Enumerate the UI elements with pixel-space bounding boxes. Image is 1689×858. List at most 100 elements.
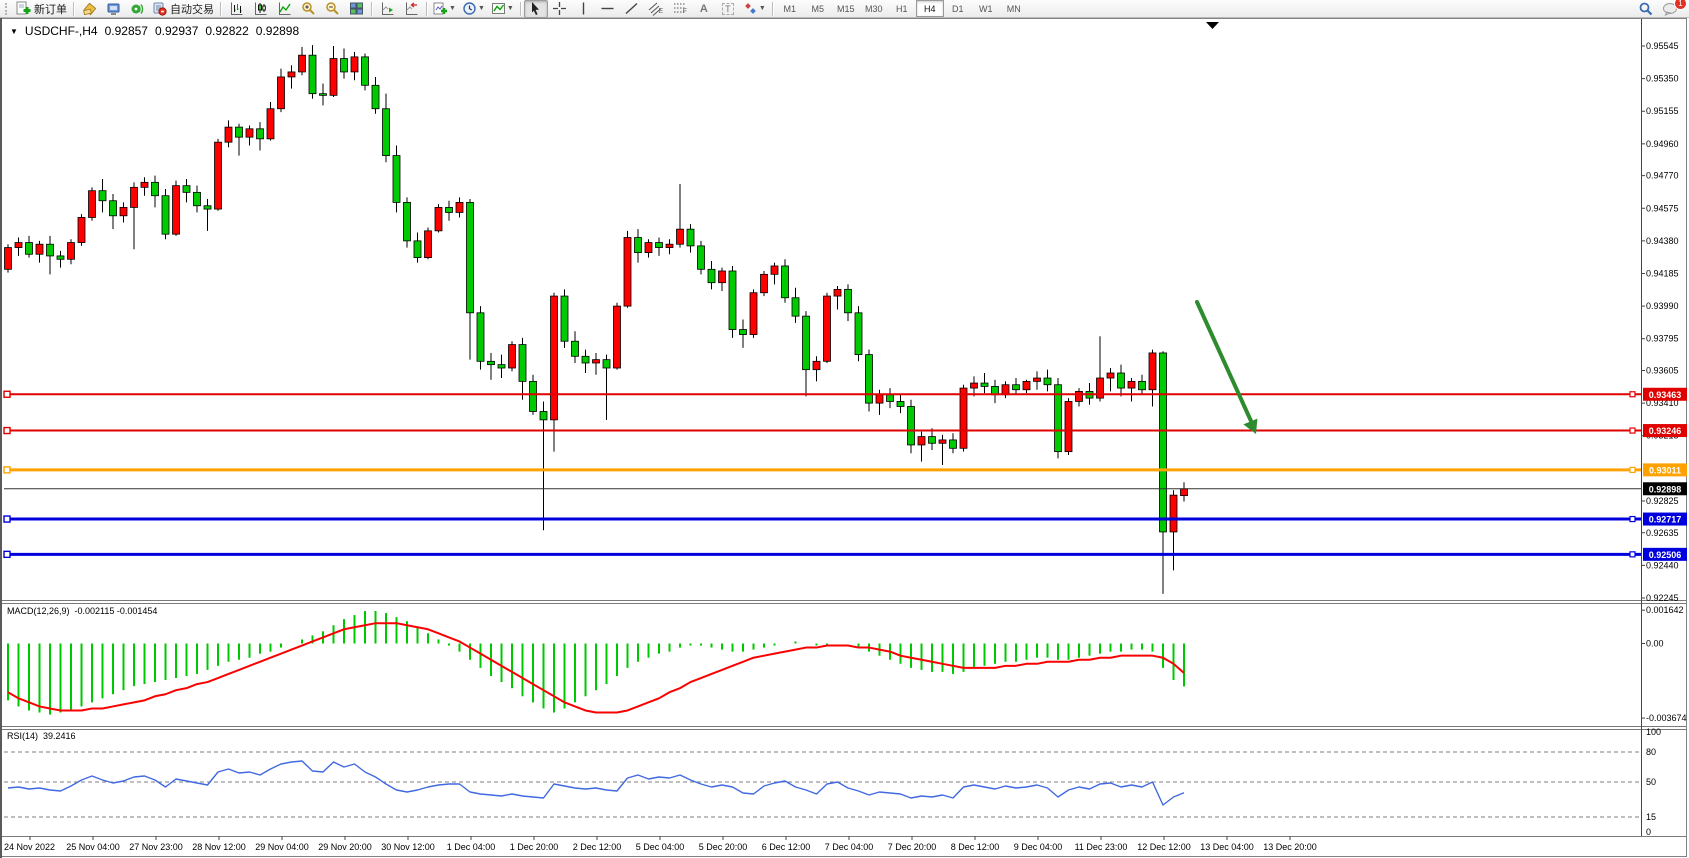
candlestick-chart-button[interactable] bbox=[248, 0, 272, 18]
timeframe-h4[interactable]: H4 bbox=[916, 0, 944, 17]
chart-shift-button[interactable] bbox=[399, 0, 423, 18]
indicators-button[interactable]: ▼ bbox=[488, 0, 517, 18]
clock-icon bbox=[462, 1, 477, 16]
chevron-down-icon: ▼ bbox=[478, 5, 485, 12]
vertical-line-icon bbox=[576, 1, 591, 16]
cursor-tool-button[interactable] bbox=[524, 0, 548, 18]
separator bbox=[73, 2, 74, 16]
svg-text:24 Nov 2022: 24 Nov 2022 bbox=[4, 842, 55, 852]
signals-button[interactable] bbox=[125, 0, 149, 18]
auto-scroll-button[interactable] bbox=[375, 0, 399, 18]
tile-windows-icon bbox=[349, 1, 364, 16]
chart-canvas[interactable]: 0.955450.953500.951550.949600.947700.945… bbox=[0, 18, 1689, 858]
svg-text:28 Nov 12:00: 28 Nov 12:00 bbox=[192, 842, 246, 852]
trendline-icon bbox=[624, 1, 639, 16]
rsi-value: 39.2416 bbox=[43, 731, 76, 741]
new-order-button[interactable]: 新订单 bbox=[13, 0, 70, 18]
chart-shift-icon bbox=[404, 1, 419, 16]
svg-text:7 Dec 04:00: 7 Dec 04:00 bbox=[825, 842, 874, 852]
mt4-window: 新订单 自动交易 bbox=[0, 0, 1689, 858]
svg-text:6 Dec 12:00: 6 Dec 12:00 bbox=[762, 842, 811, 852]
signals-icon bbox=[130, 1, 145, 16]
zoom-in-button[interactable] bbox=[296, 0, 320, 18]
separator bbox=[772, 2, 773, 16]
timeframe-m30[interactable]: M30 bbox=[860, 0, 888, 17]
timeframe-m15[interactable]: M15 bbox=[832, 0, 860, 17]
channel-tool-button[interactable]: E bbox=[644, 0, 668, 18]
svg-text:1 Dec 20:00: 1 Dec 20:00 bbox=[510, 842, 559, 852]
zoom-out-icon bbox=[325, 1, 340, 16]
svg-text:25 Nov 04:00: 25 Nov 04:00 bbox=[66, 842, 120, 852]
text-label-tool-button[interactable]: T bbox=[716, 0, 740, 18]
chart-window[interactable]: 0.955450.953500.951550.949600.947700.945… bbox=[0, 18, 1689, 858]
horizontal-line-tool-button[interactable] bbox=[596, 0, 620, 18]
svg-text:5 Dec 04:00: 5 Dec 04:00 bbox=[636, 842, 685, 852]
bar-chart-button[interactable] bbox=[224, 0, 248, 18]
navigator-button[interactable] bbox=[101, 0, 125, 18]
separator bbox=[426, 2, 427, 16]
ohlc-close: 0.92898 bbox=[256, 24, 299, 38]
ohlc-open: 0.92857 bbox=[105, 24, 148, 38]
macd-values: -0.002115 -0.001454 bbox=[75, 606, 158, 616]
svg-text:0.92506: 0.92506 bbox=[1649, 550, 1682, 560]
chat-button[interactable]: 1 bbox=[1658, 0, 1682, 18]
chevron-down-icon: ▼ bbox=[449, 5, 456, 12]
svg-text:0.93795: 0.93795 bbox=[1646, 334, 1679, 344]
svg-text:0.92717: 0.92717 bbox=[1649, 515, 1682, 525]
separator bbox=[520, 2, 521, 16]
separator bbox=[371, 2, 372, 16]
line-chart-button[interactable] bbox=[272, 0, 296, 18]
svg-text:0.92635: 0.92635 bbox=[1646, 528, 1679, 538]
svg-text:0.94960: 0.94960 bbox=[1646, 139, 1679, 149]
svg-text:0.93246: 0.93246 bbox=[1649, 426, 1682, 436]
text-tool-icon: A bbox=[700, 3, 708, 15]
period-clock-button[interactable]: ▼ bbox=[459, 0, 488, 18]
svg-text:0.95350: 0.95350 bbox=[1646, 74, 1679, 84]
horizontal-line-icon bbox=[600, 1, 615, 16]
svg-text:0.93011: 0.93011 bbox=[1649, 465, 1681, 475]
zoom-out-button[interactable] bbox=[320, 0, 344, 18]
crosshair-icon bbox=[552, 1, 567, 16]
zoom-in-icon bbox=[301, 1, 316, 16]
macd-name: MACD(12,26,9) bbox=[7, 606, 70, 616]
macd-indicator-label: MACD(12,26,9) -0.002115 -0.001454 bbox=[7, 606, 157, 616]
tile-windows-button[interactable] bbox=[344, 0, 368, 18]
notification-badge: 1 bbox=[1674, 0, 1687, 10]
new-chart-button[interactable]: ▼ bbox=[430, 0, 459, 18]
text-tool-button[interactable]: A bbox=[692, 0, 716, 18]
autotrading-button[interactable]: 自动交易 bbox=[149, 0, 217, 18]
arrows-tool-button[interactable]: ▼ bbox=[740, 0, 769, 18]
text-label-icon: T bbox=[722, 3, 734, 15]
market-watch-icon bbox=[82, 1, 97, 16]
timeframe-m1[interactable]: M1 bbox=[776, 0, 804, 17]
svg-text:12 Dec 12:00: 12 Dec 12:00 bbox=[1137, 842, 1191, 852]
chart-symbol-period: USDCHF-,H4 bbox=[25, 24, 98, 38]
timeframe-h1[interactable]: H1 bbox=[888, 0, 916, 17]
search-icon bbox=[1638, 1, 1654, 17]
trendline-tool-button[interactable] bbox=[620, 0, 644, 18]
timeframe-m5[interactable]: M5 bbox=[804, 0, 832, 17]
chevron-down-icon: ▼ bbox=[759, 5, 766, 12]
indicators-icon bbox=[491, 1, 506, 16]
fibonacci-tool-button[interactable]: F bbox=[668, 0, 692, 18]
svg-text:1 Dec 04:00: 1 Dec 04:00 bbox=[447, 842, 496, 852]
market-watch-button[interactable] bbox=[77, 0, 101, 18]
svg-text:80: 80 bbox=[1646, 747, 1656, 757]
timeframe-w1[interactable]: W1 bbox=[972, 0, 1000, 17]
bar-chart-icon bbox=[229, 1, 244, 16]
navigator-icon bbox=[106, 1, 121, 16]
vertical-line-tool-button[interactable] bbox=[572, 0, 596, 18]
collapse-triangle-icon[interactable]: ▼ bbox=[10, 27, 18, 36]
rsi-indicator-label: RSI(14) 39.2416 bbox=[7, 731, 76, 741]
svg-text:15: 15 bbox=[1646, 812, 1656, 822]
svg-text:9 Dec 04:00: 9 Dec 04:00 bbox=[1014, 842, 1063, 852]
rsi-name: RSI(14) bbox=[7, 731, 38, 741]
autotrading-icon bbox=[152, 1, 167, 16]
toolbar: 新订单 自动交易 bbox=[0, 0, 1689, 18]
timeframe-mn[interactable]: MN bbox=[1000, 0, 1028, 17]
svg-text:29 Nov 20:00: 29 Nov 20:00 bbox=[318, 842, 372, 852]
timeframe-d1[interactable]: D1 bbox=[944, 0, 972, 17]
search-button[interactable] bbox=[1634, 0, 1658, 18]
svg-text:11 Dec 23:00: 11 Dec 23:00 bbox=[1075, 842, 1128, 852]
crosshair-tool-button[interactable] bbox=[548, 0, 572, 18]
